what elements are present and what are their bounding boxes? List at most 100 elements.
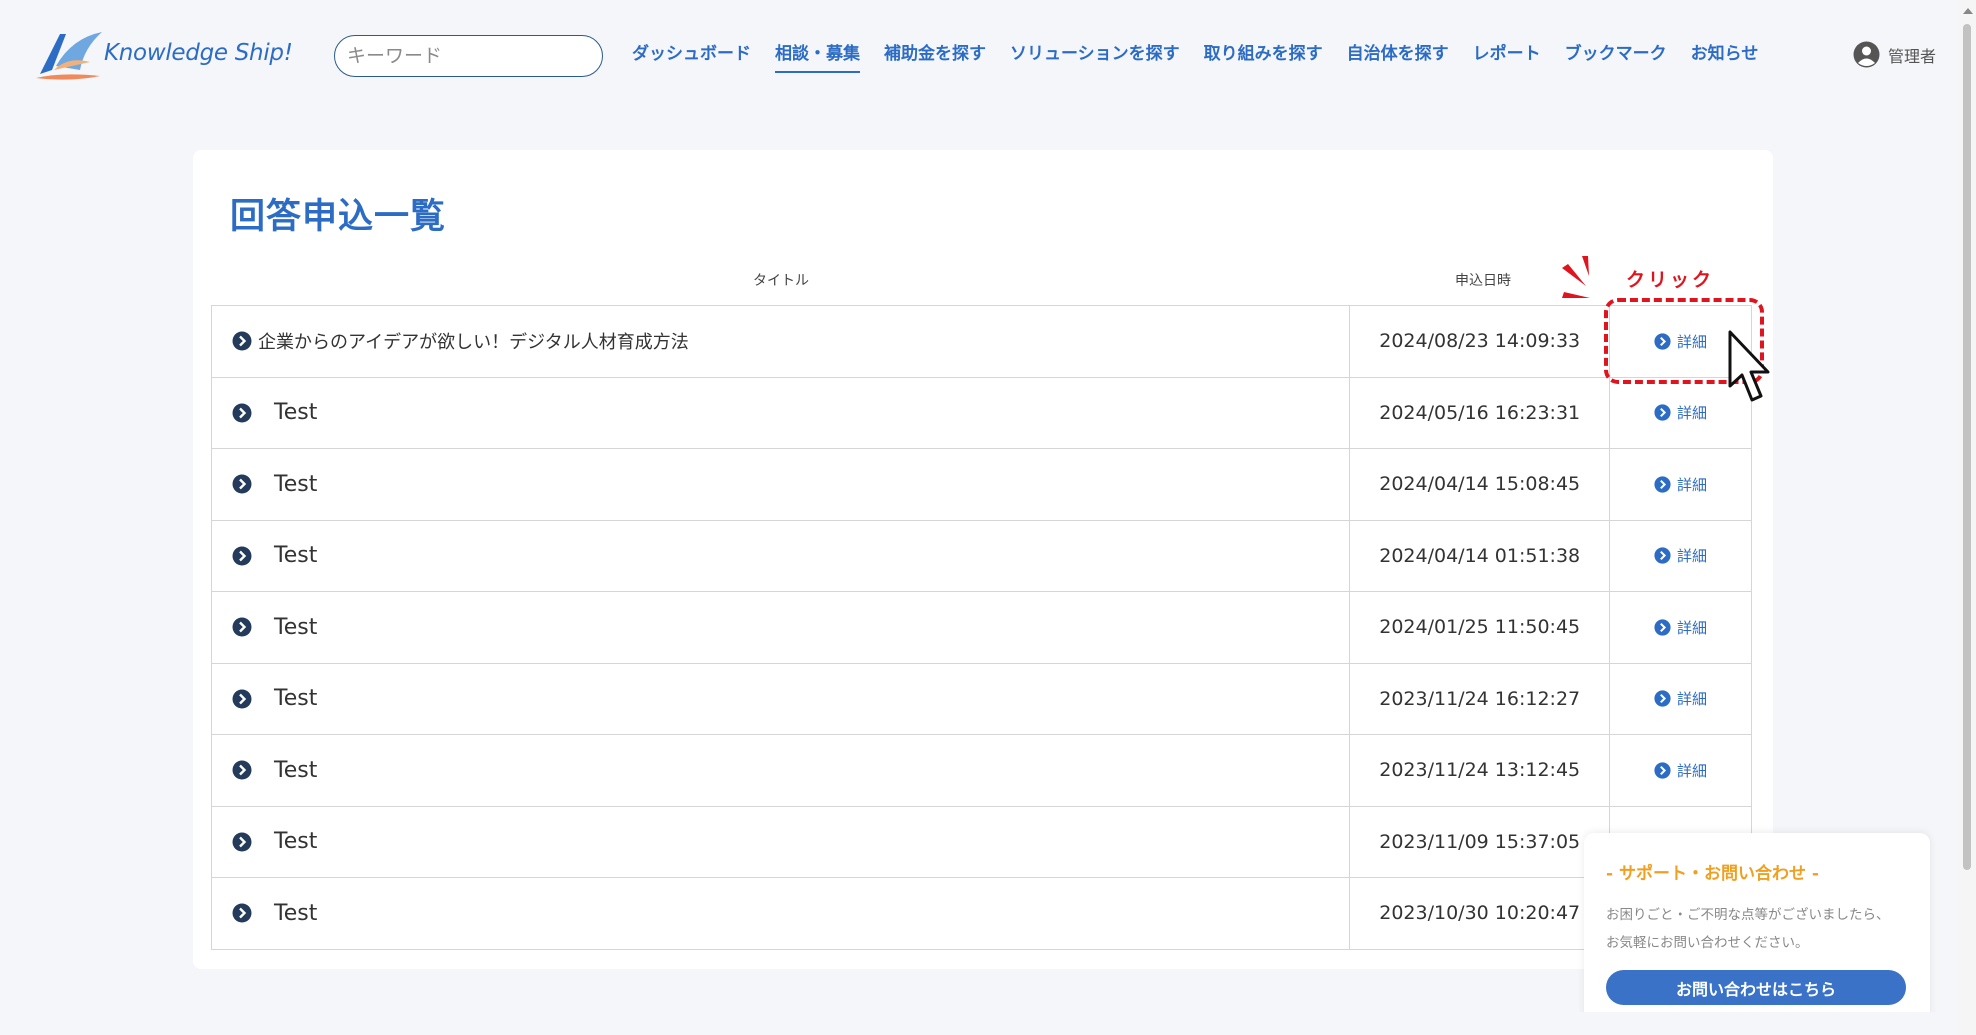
row-title-cell[interactable]: Test (212, 663, 1351, 734)
user-label: 管理者 (1888, 46, 1937, 66)
chevron-circle-icon (1654, 690, 1671, 707)
applications-table: 企業からのアイデアが欲しい！デジタル人材育成方法 2024/08/23 14:0… (211, 305, 1752, 950)
row-title[interactable]: 企業からのアイデアが欲しい！デジタル人材育成方法 (258, 328, 689, 354)
table-row: Test 2023/10/30 10:20:47 詳細 (212, 878, 1752, 950)
chevron-circle-icon (232, 331, 252, 351)
logo-ship-icon (36, 32, 102, 80)
detail-label[interactable]: 詳細 (1677, 474, 1707, 495)
table-row: Test 2024/04/14 15:08:45 詳細 (212, 449, 1752, 521)
detail-link[interactable]: 詳細 (1654, 545, 1707, 566)
row-title-cell[interactable]: Test (212, 878, 1351, 949)
support-text-line: お気軽にお問い合わせください。 (1606, 935, 1809, 951)
table-row: Test 2024/05/16 16:23:31 詳細 (212, 377, 1752, 449)
nav-notices[interactable]: お知らせ (1679, 42, 1771, 66)
row-title[interactable]: Test (274, 400, 317, 425)
detail-label[interactable]: 詳細 (1677, 760, 1707, 781)
chevron-circle-icon (1654, 762, 1671, 779)
chevron-circle-icon (232, 832, 252, 852)
support-widget: - サポート・お問い合わせ - お困りごと・ご不明な点等がございましたら、 お気… (1584, 833, 1930, 1035)
nav-dashboard[interactable]: ダッシュボード (620, 42, 763, 66)
row-action-cell: 詳細 (1610, 592, 1752, 663)
row-title-cell[interactable]: Test (212, 377, 1351, 448)
click-annotation-label: クリック (1626, 269, 1715, 291)
row-title[interactable]: Test (274, 758, 317, 783)
row-title[interactable]: Test (274, 615, 317, 640)
chevron-circle-icon (232, 403, 252, 423)
site-header: Knowledge Ship! ダッシュボード 相談・募集 補助金を探す ソリュ… (0, 0, 1950, 110)
row-date: 2024/01/25 11:50:45 (1350, 592, 1611, 663)
row-date: 2023/10/30 10:20:47 (1350, 878, 1611, 949)
page-footer-strip (0, 1012, 1958, 1035)
chevron-circle-icon (1654, 619, 1671, 636)
detail-label[interactable]: 詳細 (1677, 617, 1707, 638)
row-title[interactable]: Test (274, 543, 317, 568)
row-date: 2023/11/09 15:37:05 (1350, 806, 1611, 877)
page-scrollbar[interactable] (1958, 0, 1976, 1035)
row-title-cell[interactable]: Test (212, 806, 1351, 877)
chevron-circle-icon (1654, 547, 1671, 564)
row-action-cell: 詳細 (1610, 663, 1752, 734)
chevron-circle-icon (232, 546, 252, 566)
nav-municipalities[interactable]: 自治体を探す (1335, 42, 1461, 66)
scroll-thumb[interactable] (1963, 24, 1971, 870)
search-input[interactable] (347, 45, 590, 67)
row-date: 2023/11/24 13:12:45 (1350, 735, 1611, 806)
row-date: 2024/08/23 14:09:33 (1350, 306, 1611, 377)
detail-link[interactable]: 詳細 (1654, 617, 1707, 638)
row-title-cell[interactable]: Test (212, 449, 1351, 520)
mouse-pointer-icon (1728, 330, 1770, 402)
site-logo[interactable]: Knowledge Ship! (32, 26, 293, 86)
nav-subsidies[interactable]: 補助金を探す (872, 42, 998, 66)
table-row: Test 2024/01/25 11:50:45 詳細 (212, 592, 1752, 664)
detail-link[interactable]: 詳細 (1654, 402, 1707, 423)
chevron-circle-icon (1654, 476, 1671, 493)
detail-label[interactable]: 詳細 (1677, 545, 1707, 566)
row-title[interactable]: Test (274, 829, 317, 854)
row-title-cell[interactable]: Test (212, 735, 1351, 806)
table-row: Test 2023/11/09 15:37:05 詳細 (212, 806, 1752, 878)
row-title[interactable]: Test (274, 901, 317, 926)
row-date: 2024/04/14 01:51:38 (1350, 520, 1611, 591)
detail-link[interactable]: 詳細 (1654, 688, 1707, 709)
nav-initiatives[interactable]: 取り組みを探す (1192, 42, 1335, 66)
chevron-circle-icon (232, 903, 252, 923)
table-row: Test 2023/11/24 16:12:27 詳細 (212, 663, 1752, 735)
row-date: 2023/11/24 16:12:27 (1350, 663, 1611, 734)
user-menu[interactable]: 管理者 (1853, 41, 1936, 68)
nav-solutions[interactable]: ソリューションを探す (998, 42, 1192, 66)
row-date: 2024/04/14 15:08:45 (1350, 449, 1611, 520)
logo-text: Knowledge Ship! (104, 40, 293, 66)
row-title-cell[interactable]: Test (212, 520, 1351, 591)
detail-link[interactable]: 詳細 (1654, 474, 1707, 495)
row-title[interactable]: Test (274, 472, 317, 497)
nav-consultation[interactable]: 相談・募集 (763, 42, 872, 73)
row-date: 2024/05/16 16:23:31 (1350, 377, 1611, 448)
row-title-cell[interactable]: Test (212, 592, 1351, 663)
table-row: Test 2024/04/14 01:51:38 詳細 (212, 520, 1752, 592)
detail-label[interactable]: 詳細 (1677, 688, 1707, 709)
row-title[interactable]: Test (274, 686, 317, 711)
detail-link[interactable]: 詳細 (1654, 760, 1707, 781)
page-title: 回答申込一覧 (230, 197, 447, 237)
table-row: 企業からのアイデアが欲しい！デジタル人材育成方法 2024/08/23 14:0… (212, 306, 1752, 378)
chevron-circle-icon (1654, 404, 1671, 421)
row-title-cell[interactable]: 企業からのアイデアが欲しい！デジタル人材育成方法 (212, 306, 1351, 377)
row-action-cell: 詳細 (1610, 520, 1752, 591)
support-text: お困りごと・ご不明な点等がございましたら、 お気軽にお問い合わせください。 (1606, 901, 1916, 957)
scroll-up-arrow-icon[interactable] (1963, 8, 1973, 14)
chevron-circle-icon (232, 617, 252, 637)
contact-button[interactable]: お問い合わせはこちら (1606, 970, 1906, 1005)
search-box[interactable] (334, 35, 603, 77)
nav-reports[interactable]: レポート (1461, 42, 1553, 66)
column-header-title: タイトル (753, 273, 809, 289)
support-title: - サポート・お問い合わせ - (1606, 864, 1819, 884)
chevron-circle-icon (232, 760, 252, 780)
row-action-cell: 詳細 (1610, 735, 1752, 806)
column-header-date: 申込日時 (1455, 273, 1511, 289)
nav-bookmarks[interactable]: ブックマーク (1553, 42, 1679, 66)
row-action-cell: 詳細 (1610, 449, 1752, 520)
detail-label[interactable]: 詳細 (1677, 402, 1707, 423)
chevron-circle-icon (232, 474, 252, 494)
main-card: 回答申込一覧 タイトル 申込日時 企業からのアイデアが欲しい！デジタル人材育成方… (193, 150, 1773, 969)
user-avatar-icon (1853, 41, 1880, 68)
